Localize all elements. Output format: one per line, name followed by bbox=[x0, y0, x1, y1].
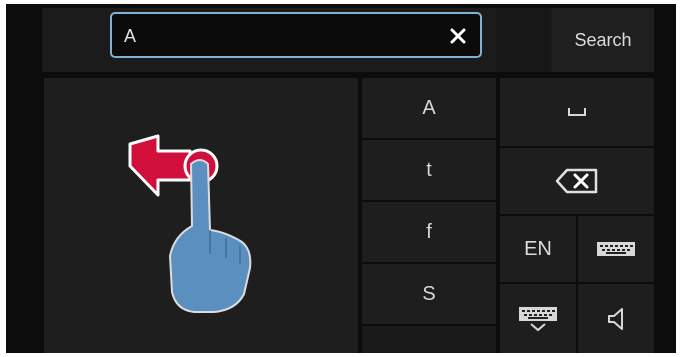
backspace-key[interactable] bbox=[500, 148, 654, 214]
language-key-label: EN bbox=[524, 237, 552, 260]
search-bar-spacer bbox=[496, 8, 550, 72]
suggestion-key[interactable]: f bbox=[362, 202, 496, 262]
suggestion-label: A bbox=[422, 96, 436, 119]
keyboard-screen: A Search A t f S EN bbox=[6, 4, 676, 353]
hide-keyboard-key[interactable] bbox=[500, 284, 576, 353]
hide-keyboard-icon bbox=[519, 306, 557, 331]
keyboard-key[interactable] bbox=[578, 216, 654, 282]
search-button-label: Search bbox=[574, 29, 632, 50]
space-bar-icon bbox=[568, 108, 586, 116]
search-input-value: A bbox=[124, 26, 137, 46]
language-key[interactable]: EN bbox=[500, 216, 576, 282]
suggestion-key[interactable]: A bbox=[362, 78, 496, 138]
suggestion-key[interactable]: t bbox=[362, 140, 496, 200]
backspace-icon bbox=[555, 168, 598, 194]
handwriting-pad[interactable] bbox=[44, 78, 358, 353]
suggestion-label: f bbox=[426, 220, 432, 243]
suggestion-label: S bbox=[422, 282, 436, 305]
sound-key[interactable] bbox=[578, 284, 654, 353]
search-button[interactable]: Search bbox=[552, 8, 654, 72]
space-key[interactable] bbox=[500, 78, 654, 146]
suggestion-list-end bbox=[362, 326, 496, 353]
search-input[interactable]: A bbox=[110, 12, 482, 58]
suggestion-key[interactable]: S bbox=[362, 264, 496, 324]
swipe-left-gesture-icon bbox=[128, 134, 252, 313]
keyboard-icon bbox=[597, 242, 635, 256]
suggestion-label: t bbox=[426, 158, 432, 181]
speaker-icon bbox=[608, 307, 623, 330]
close-icon bbox=[450, 28, 466, 44]
clear-button[interactable] bbox=[442, 20, 474, 52]
